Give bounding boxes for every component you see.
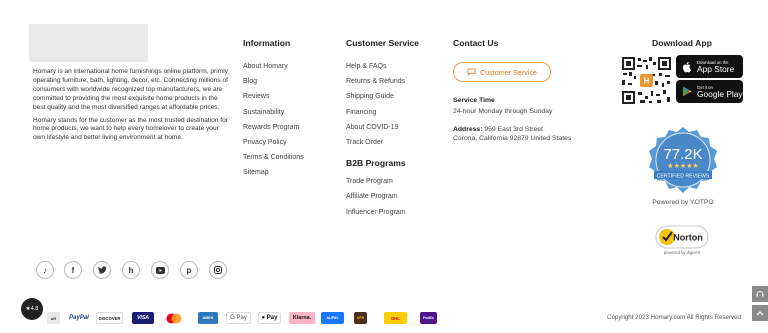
link-shipping-guide[interactable]: Shipping Guide	[346, 89, 419, 104]
facebook-icon[interactable]: f	[64, 261, 82, 279]
payment-visa-icon: VISA	[132, 312, 154, 324]
address-line1: 959 East 3rd Street	[484, 126, 543, 133]
payment-dhl-icon: DHL	[384, 312, 407, 324]
apple-pay-label: Pay	[266, 315, 278, 321]
payment-paypal-icon: PayPal	[69, 315, 89, 321]
link-reviews[interactable]: Reviews	[243, 89, 304, 104]
download-app-title: Download App	[652, 38, 712, 48]
google-play-button[interactable]: Get it on Google Play	[676, 80, 743, 103]
svg-text:CERTIFIED REVIEWS: CERTIFIED REVIEWS	[657, 174, 710, 180]
svg-text:★★★★★: ★★★★★	[667, 162, 698, 170]
svg-text:Norton: Norton	[673, 233, 703, 243]
app-store-button[interactable]: Download on the App Store	[676, 55, 743, 78]
link-terms-conditions[interactable]: Terms & Conditions	[243, 150, 304, 165]
site-footer: Homary is an international home furnishi…	[0, 0, 768, 333]
link-about-covid[interactable]: About COVID-19	[346, 120, 419, 135]
payment-alipay-icon: ALIPAY	[321, 312, 344, 324]
twitter-icon[interactable]	[93, 261, 111, 279]
powered-by-yotpo: Powered by YOTPO	[652, 199, 714, 206]
youtube-icon[interactable]	[151, 261, 169, 279]
link-financing[interactable]: Financing	[346, 105, 419, 120]
payment-ups-icon: UPS	[354, 312, 367, 324]
payment-fedex-icon: FedEx	[420, 312, 437, 324]
link-privacy-policy[interactable]: Privacy Policy	[243, 135, 304, 150]
information-title: Information	[243, 38, 291, 48]
service-time-value: 24-hour Monday through Sunday	[453, 108, 553, 115]
homary-logo[interactable]	[29, 24, 148, 62]
customer-service-title: Customer Service	[346, 38, 420, 48]
link-influencer-program[interactable]: Influencer Program	[346, 205, 419, 220]
service-time-label: Service Time	[453, 97, 495, 104]
instagram-icon[interactable]	[209, 261, 227, 279]
about-paragraph-2: Homary stands for the customer as the mo…	[33, 116, 228, 142]
link-affiliate-program[interactable]: Affiliate Program	[346, 189, 419, 204]
scroll-to-top-icon[interactable]	[752, 305, 768, 321]
contact-title: Contact Us	[453, 38, 499, 48]
payment-klarna-icon: Klarna.	[289, 312, 315, 324]
norton-badge-icon[interactable]: Norton powered by digicert	[654, 224, 710, 258]
apple-pay-glyph-icon: ●	[261, 315, 266, 321]
link-about-homary[interactable]: About Homary	[243, 59, 304, 74]
svg-text:77.2K: 77.2K	[663, 146, 702, 163]
b2b-programs-title: B2B Programs	[346, 158, 406, 169]
apple-icon	[683, 61, 691, 72]
google-play-icon	[683, 86, 692, 97]
address-block: Address: 959 East 3rd Street Corona, Cal…	[453, 125, 571, 143]
customer-service-button-label: Customer Service	[479, 67, 538, 77]
payment-applepay-icon: ● Pay	[258, 312, 281, 324]
about-text: Homary is an international home furnishi…	[33, 68, 231, 147]
link-track-order[interactable]: Track Order	[346, 135, 419, 150]
payment-mastercard-icon	[163, 312, 184, 324]
customer-service-column: Customer Service Help & FAQs Returns & R…	[346, 38, 419, 220]
payment-affirm-icon: aff	[47, 312, 60, 324]
pinterest-icon[interactable]: p	[180, 261, 198, 279]
svg-text:H: H	[644, 77, 650, 86]
link-sitemap[interactable]: Sitemap	[243, 165, 304, 180]
tiktok-icon[interactable]: ♪	[36, 261, 54, 279]
qr-code-icon: H	[621, 56, 672, 105]
link-trade-program[interactable]: Trade Program	[346, 174, 419, 189]
link-blog[interactable]: Blog	[243, 74, 304, 89]
customer-support-icon[interactable]	[752, 286, 768, 302]
svg-text:powered by digicert: powered by digicert	[664, 250, 701, 255]
address-label: Address:	[453, 126, 483, 133]
rating-value: 4.8	[30, 306, 39, 312]
certified-reviews-badge-icon[interactable]: 77.2K ★★★★★ CERTIFIED REVIEWS	[647, 125, 719, 197]
contact-column: Contact Us	[453, 38, 498, 50]
link-help-faqs[interactable]: Help & FAQs	[346, 59, 419, 74]
about-paragraph-1: Homary is an international home furnishi…	[33, 68, 228, 111]
copyright-text: Copyright 2023 Homary.com All Rights Res…	[606, 314, 741, 321]
google-play-big-text: Google Play	[697, 88, 743, 99]
payment-gpay-icon: G Pay	[226, 312, 251, 324]
payment-discover-icon: DISCOVER	[96, 312, 123, 324]
information-column: Information About Homary Blog Reviews Su…	[243, 38, 304, 181]
link-sustainability[interactable]: Sustainability	[243, 105, 304, 120]
houzz-icon[interactable]: h	[122, 261, 140, 279]
chat-icon	[467, 68, 476, 76]
link-returns-refunds[interactable]: Returns & Refunds	[346, 74, 419, 89]
app-store-big-text: App Store	[697, 63, 735, 74]
address-line2: Corona, California 92879 United States	[453, 135, 572, 142]
link-rewards-program[interactable]: Rewards Program	[243, 120, 304, 135]
customer-service-button[interactable]: Customer Service	[453, 62, 551, 82]
rating-widget[interactable]: ★ 4.8	[21, 298, 43, 320]
payment-amex-icon: AMEX	[198, 312, 218, 324]
